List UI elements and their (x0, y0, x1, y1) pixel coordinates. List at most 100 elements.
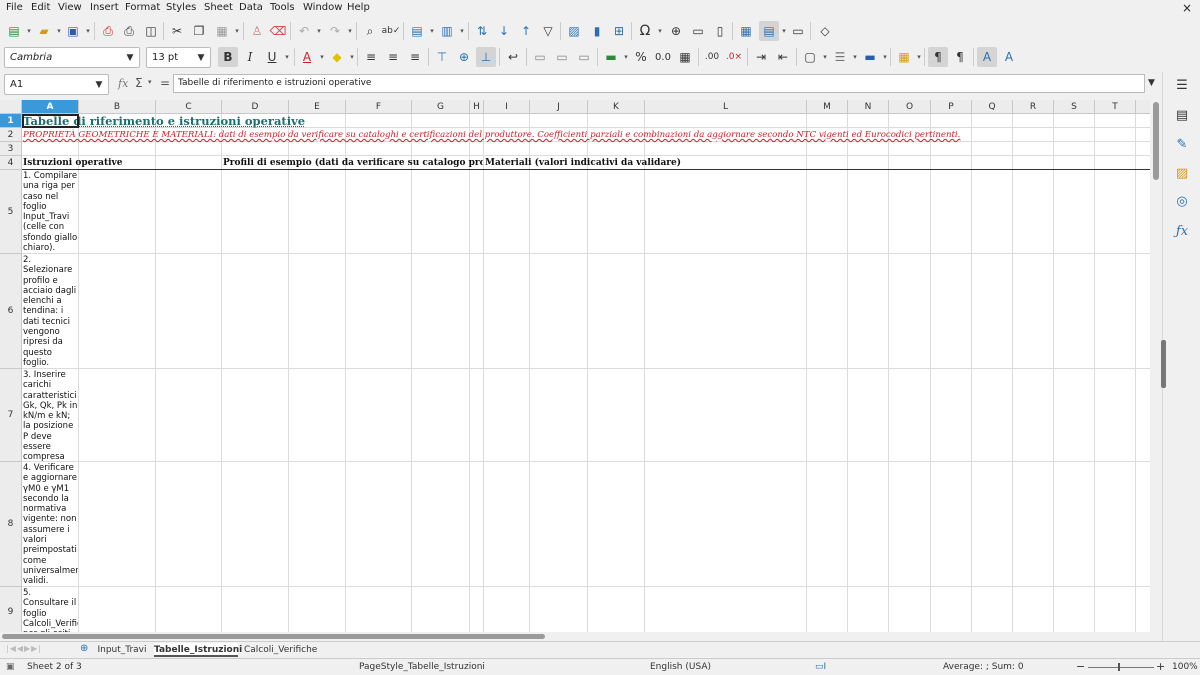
sort-ascending-icon[interactable]: ↓ (494, 21, 514, 41)
cell-i4-header[interactable]: Materiali (valori indicativi da validare… (485, 158, 681, 168)
insert-hyperlink-icon[interactable]: ⊕ (666, 21, 686, 41)
save-dropdown-chevron-icon[interactable]: ▾ (83, 21, 93, 41)
add-sheet-icon[interactable]: ⊕ (80, 643, 88, 654)
menu-data[interactable]: Data (239, 2, 263, 13)
conditional-dropdown-chevron-icon[interactable]: ▾ (914, 47, 924, 67)
highlight-dropdown-chevron-icon[interactable]: ▾ (347, 47, 357, 67)
align-center-icon[interactable]: ≡ (383, 47, 403, 67)
redo-dropdown-chevron-icon[interactable]: ▾ (345, 21, 355, 41)
row-header-2[interactable]: 2 (0, 128, 22, 142)
menu-styles[interactable]: Styles (166, 2, 196, 13)
clear-formatting-icon[interactable]: ⌫ (268, 21, 288, 41)
cell-a4-header[interactable]: Istruzioni operative (23, 158, 122, 168)
redo-icon[interactable]: ↷ (325, 21, 345, 41)
menu-tools[interactable]: Tools (270, 2, 295, 13)
add-decimal-place-icon[interactable]: .00 (702, 47, 722, 67)
column-header-p[interactable]: P (931, 100, 972, 114)
page-style[interactable]: PageStyle_Tabelle_Istruzioni (359, 662, 485, 672)
column-header-o[interactable]: O (889, 100, 931, 114)
merge-cells-icon[interactable]: ▭ (552, 47, 572, 67)
bold-icon[interactable]: B (218, 47, 238, 67)
row-dropdown-chevron-icon[interactable]: ▾ (427, 21, 437, 41)
underline-dropdown-chevron-icon[interactable]: ▾ (282, 47, 292, 67)
document-modified-icon[interactable]: ▣ (6, 662, 15, 672)
row-header-3[interactable]: 3 (0, 142, 22, 156)
format-as-number-icon[interactable]: 0.0 (653, 47, 673, 67)
paste-dropdown-chevron-icon[interactable]: ▾ (232, 21, 242, 41)
column-header-q[interactable]: Q (972, 100, 1013, 114)
font-color-icon[interactable]: A (297, 47, 317, 67)
cell-a2-note[interactable]: PROPRIETÀ GEOMETRICHE E MATERIALI: dati … (23, 130, 960, 140)
expand-formula-bar-icon[interactable]: ▼ (1148, 78, 1155, 88)
zoom-in-icon[interactable]: + (1156, 660, 1165, 673)
zoom-level[interactable]: 100% (1172, 662, 1198, 672)
print-icon[interactable]: ⎙ (119, 21, 139, 41)
insert-pivot-table-icon[interactable]: ⊞ (609, 21, 629, 41)
column-header-s[interactable]: S (1054, 100, 1095, 114)
row-header-6[interactable]: 6 (0, 254, 22, 369)
row-header-8[interactable]: 8 (0, 462, 22, 587)
selection-summary[interactable]: Average: ; Sum: 0 (943, 662, 1024, 672)
cell-a6-instruction[interactable]: 2. Selezionare profilo e acciaio dagli e… (23, 255, 78, 368)
cell-a7-instruction[interactable]: 3. Inserire carichi caratteristici Gk, Q… (23, 370, 78, 461)
align-top-icon[interactable]: ⊤ (432, 47, 452, 67)
delete-decimal-place-icon[interactable]: .0× (724, 47, 744, 67)
column-header-r[interactable]: R (1013, 100, 1054, 114)
italic-icon[interactable]: I (240, 47, 260, 67)
column-header-a[interactable]: A (22, 100, 79, 114)
right-to-left-icon[interactable]: ¶ (950, 47, 970, 67)
selection-mode-icon[interactable]: ▭I (815, 662, 826, 672)
row-icon[interactable]: ▤ (407, 21, 427, 41)
format-as-date-icon[interactable]: ▦ (675, 47, 695, 67)
sidebar-collapse-handle[interactable] (1161, 340, 1166, 388)
vertical-scroll-thumb[interactable] (1153, 102, 1159, 180)
highlight-color-icon[interactable]: ◆ (327, 47, 347, 67)
column-header-d[interactable]: D (222, 100, 289, 114)
align-right-icon[interactable]: ≡ (405, 47, 425, 67)
split-window-icon[interactable]: ▭ (788, 21, 808, 41)
paste-icon[interactable]: ▦ (212, 21, 232, 41)
column-header-n[interactable]: N (848, 100, 889, 114)
sum-dropdown-chevron-icon[interactable]: ▾ (148, 78, 152, 86)
freeze-rows-columns-icon[interactable]: ▤ (759, 21, 779, 41)
horizontal-scroll-thumb[interactable] (2, 634, 545, 639)
text-vertical-icon[interactable]: A (999, 47, 1019, 67)
column-header-t[interactable]: T (1095, 100, 1136, 114)
header-footer-icon[interactable]: ▯ (710, 21, 730, 41)
column-header-b[interactable]: B (79, 100, 156, 114)
function-wizard-icon[interactable]: fx (118, 77, 128, 90)
border-color-dropdown-chevron-icon[interactable]: ▾ (880, 47, 890, 67)
properties-icon[interactable]: ▤ (1173, 106, 1191, 124)
find-replace-icon[interactable]: ⌕ (360, 21, 380, 41)
save-icon[interactable]: ▣ (63, 21, 83, 41)
column-header-f[interactable]: F (346, 100, 412, 114)
insert-comment-icon[interactable]: ▭ (688, 21, 708, 41)
border-color-icon[interactable]: ▬ (860, 47, 880, 67)
text-language[interactable]: English (USA) (650, 662, 711, 672)
horizontal-scrollbar[interactable] (0, 632, 1150, 641)
define-print-area-icon[interactable]: ▦ (736, 21, 756, 41)
column-header-m[interactable]: M (807, 100, 848, 114)
cut-icon[interactable]: ✂ (167, 21, 187, 41)
wrap-text-icon[interactable]: ↩ (503, 47, 523, 67)
menu-window[interactable]: Window (303, 2, 342, 13)
cell-a9-instruction[interactable]: 5. Consultare il foglio Calcoli_Verifich… (23, 588, 78, 632)
chevron-down-icon[interactable]: ▼ (90, 75, 108, 94)
tab-scroll-arrows-icon[interactable]: |◀◀▶▶| (6, 644, 42, 653)
border-style-dropdown-chevron-icon[interactable]: ▾ (850, 47, 860, 67)
merge-center-icon[interactable]: ▭ (530, 47, 550, 67)
undo-icon[interactable]: ↶ (294, 21, 314, 41)
tab-calcoli-verifiche[interactable]: Calcoli_Verifiche (244, 643, 317, 657)
sort-icon[interactable]: ⇅ (472, 21, 492, 41)
export-pdf-icon[interactable]: ⎙ (98, 21, 118, 41)
column-header-k[interactable]: K (588, 100, 645, 114)
column-header-g[interactable]: G (412, 100, 470, 114)
sum-icon[interactable]: Σ (135, 76, 143, 90)
menu-edit[interactable]: Edit (31, 2, 50, 13)
menu-view[interactable]: View (58, 2, 82, 13)
column-dropdown-chevron-icon[interactable]: ▾ (457, 21, 467, 41)
special-character-icon[interactable]: Ω (635, 21, 655, 41)
row-header-5[interactable]: 5 (0, 170, 22, 254)
decrease-indent-icon[interactable]: ⇤ (773, 47, 793, 67)
open-folder-icon[interactable]: ▰ (34, 21, 54, 41)
